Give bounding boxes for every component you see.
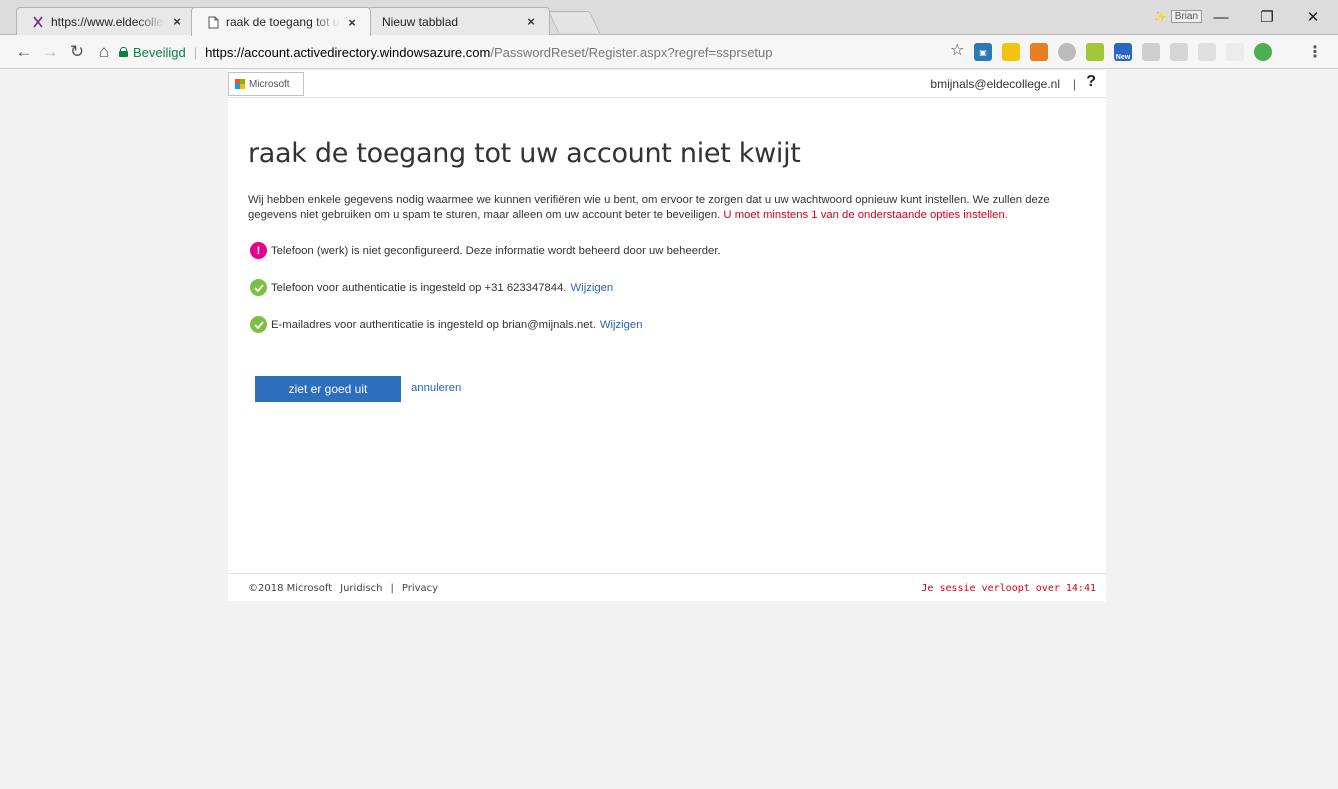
x-favicon-icon	[31, 15, 45, 29]
extension-icon-11[interactable]	[1254, 43, 1272, 61]
new-tab-button[interactable]	[547, 11, 601, 33]
extension-icon-4[interactable]	[1058, 43, 1076, 61]
page-header: Microsoft bmijnals@eldecollege.nl | ?	[228, 70, 1106, 98]
status-row-work-phone: ! Telefoon (werk) is niet geconfigureerd…	[250, 242, 721, 259]
extension-icon-7[interactable]	[1142, 43, 1160, 61]
tab-close-icon[interactable]: ×	[169, 14, 185, 29]
minimize-button[interactable]: —	[1198, 4, 1244, 30]
browser-toolbar: ← → ↻ ⌂ Beveiligd | https://account.acti…	[0, 35, 1338, 69]
status-text: E-mailadres voor authenticatie is ingest…	[271, 318, 596, 331]
address-separator: |	[193, 44, 198, 60]
extension-icon-1[interactable]: ▣	[974, 43, 992, 61]
header-divider: |	[1072, 77, 1076, 91]
looks-good-button[interactable]: ziet er goed uit	[255, 376, 401, 402]
page-viewport: Microsoft bmijnals@eldecollege.nl | ? ra…	[0, 70, 1338, 789]
profile-icon: ✨	[1153, 11, 1167, 23]
restore-button[interactable]: ❐	[1244, 4, 1290, 30]
tab-password-reset[interactable]: raak de toegang tot uw account ×	[191, 7, 371, 36]
microsoft-logo-icon	[235, 79, 245, 89]
extension-icon-5[interactable]	[1086, 43, 1104, 61]
copyright: ©2018 Microsoft	[248, 583, 333, 594]
close-window-button[interactable]: ✕	[1290, 4, 1336, 30]
bookmark-star-icon[interactable]: ☆	[950, 40, 964, 60]
secure-label: Beveiligd	[133, 44, 186, 60]
status-text: Telefoon (werk) is niet geconfigureerd. …	[271, 244, 721, 257]
tab-title: https://www.eldecollege.nl/	[51, 14, 165, 29]
checkmark-icon	[250, 279, 267, 296]
extension-icon-8[interactable]	[1170, 43, 1188, 61]
browser-menu-icon[interactable]: ⋮	[1307, 42, 1323, 62]
extension-icons: ▣ New	[974, 43, 1272, 61]
page-title: raak de toegang tot uw account niet kwij…	[248, 138, 801, 169]
status-text: Telefoon voor authenticatie is ingesteld…	[271, 281, 567, 294]
tab-strip: https://www.eldecollege.nl/ × raak de to…	[0, 0, 1338, 36]
forward-button[interactable]: →	[38, 40, 62, 64]
session-timer: Je sessie verloopt over 14:41	[921, 583, 1096, 594]
privacy-link[interactable]: Privacy	[402, 583, 438, 594]
checkmark-icon	[250, 316, 267, 333]
lock-icon	[119, 47, 128, 57]
legal-link[interactable]: Juridisch	[340, 583, 382, 594]
error-icon: !	[250, 242, 267, 259]
tab-close-icon[interactable]: ×	[344, 15, 360, 30]
intro-text: Wij hebben enkele gegevens nodig waarmee…	[248, 193, 1088, 223]
change-phone-link[interactable]: Wijzigen	[571, 282, 614, 294]
profile-button[interactable]: ✨ Brian	[1153, 10, 1203, 23]
extension-new-icon[interactable]: New	[1114, 43, 1132, 61]
change-email-link[interactable]: Wijzigen	[600, 319, 643, 331]
tab-close-icon[interactable]: ×	[523, 14, 539, 29]
extension-icon-2[interactable]	[1002, 43, 1020, 61]
tab-eldecollege[interactable]: https://www.eldecollege.nl/ ×	[16, 7, 196, 35]
cancel-link[interactable]: annuleren	[411, 382, 461, 394]
help-icon[interactable]: ?	[1086, 73, 1096, 91]
microsoft-logo-text: Microsoft	[249, 78, 290, 90]
back-button[interactable]: ←	[12, 40, 36, 64]
extension-icon-9[interactable]	[1198, 43, 1216, 61]
status-row-auth-phone: Telefoon voor authenticatie is ingesteld…	[250, 279, 613, 296]
tab-title: raak de toegang tot uw account	[226, 15, 340, 29]
tab-new-tab[interactable]: Nieuw tabblad ×	[367, 7, 550, 35]
user-email[interactable]: bmijnals@eldecollege.nl	[930, 77, 1060, 91]
content-card: raak de toegang tot uw account niet kwij…	[228, 98, 1106, 573]
home-button[interactable]: ⌂	[92, 40, 116, 64]
footer-separator: |	[390, 583, 394, 594]
intro-warning: U moet minstens 1 van de onderstaande op…	[723, 209, 1008, 221]
status-row-auth-email: E-mailadres voor authenticatie is ingest…	[250, 316, 643, 333]
url-host: https://account.activedirectory.windowsa…	[205, 44, 491, 60]
document-icon	[206, 15, 220, 29]
tab-title: Nieuw tabblad	[382, 14, 459, 29]
page-footer: ©2018 Microsoft Juridisch | Privacy Je s…	[228, 573, 1106, 601]
microsoft-logo[interactable]: Microsoft	[228, 72, 304, 96]
reload-button[interactable]: ↻	[65, 40, 89, 64]
secure-indicator[interactable]: Beveiligd	[119, 45, 186, 60]
address-bar[interactable]: Beveiligd | https://account.activedirect…	[119, 40, 971, 64]
url-path: /PasswordReset/Register.aspx?regref=sspr…	[490, 44, 773, 60]
extension-icon-3[interactable]	[1030, 43, 1048, 61]
extension-icon-10[interactable]	[1226, 43, 1244, 61]
